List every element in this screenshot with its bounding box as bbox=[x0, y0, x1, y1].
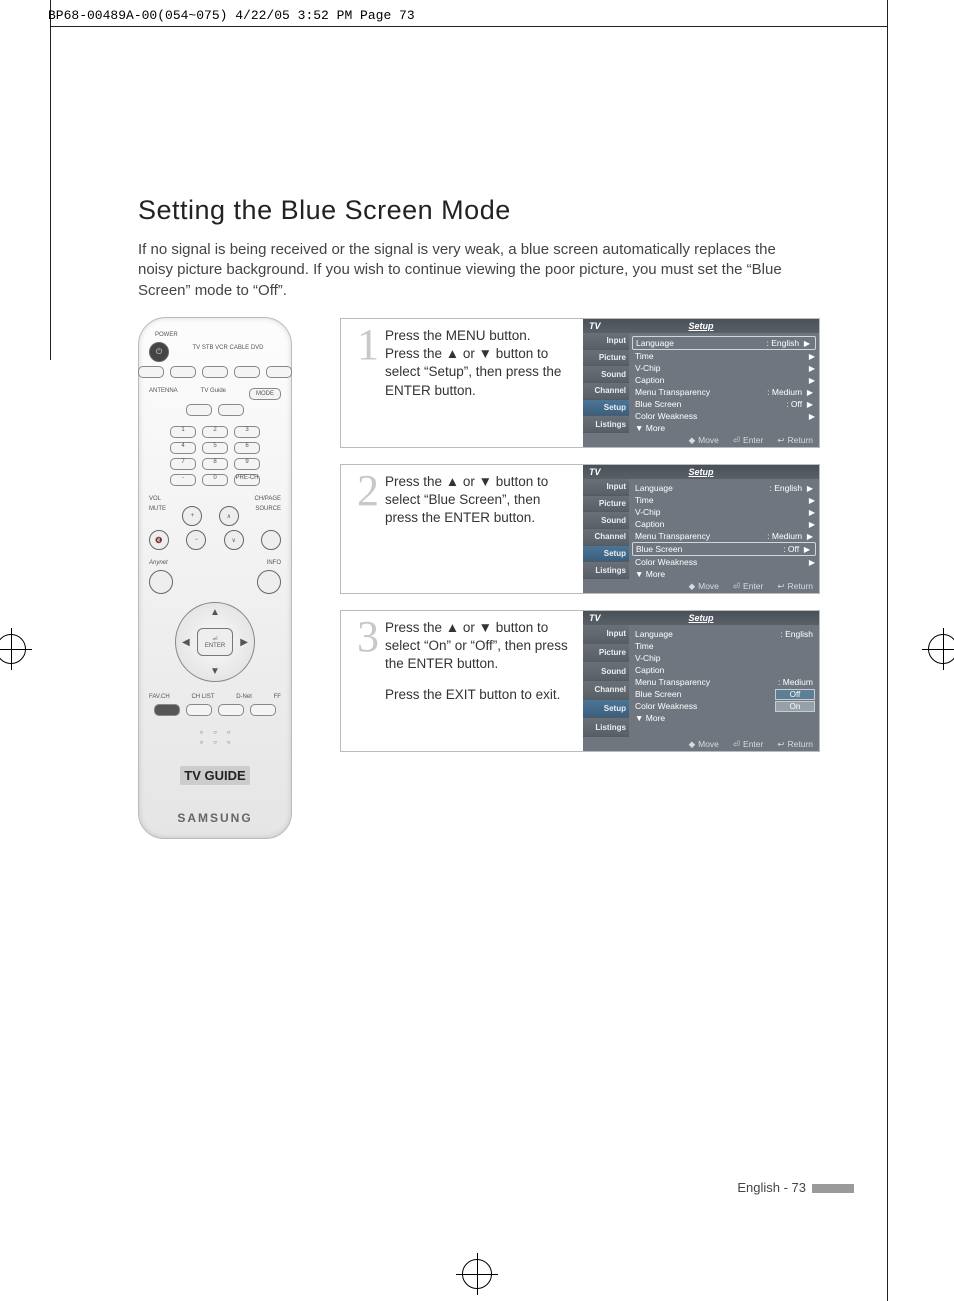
chlist-btn bbox=[186, 704, 212, 716]
dnet-label: D-Net bbox=[236, 694, 252, 700]
ch-down: ∨ bbox=[224, 530, 244, 550]
mode-button: MODE bbox=[249, 388, 281, 400]
step-3: 3 Press the ▲ or ▼ button to select “On”… bbox=[340, 610, 820, 752]
mode-stb bbox=[170, 366, 196, 378]
enter-button: ⏎ENTER bbox=[197, 628, 233, 656]
registration-mark-bottom bbox=[462, 1259, 492, 1289]
side-picture: Picture bbox=[583, 350, 629, 367]
up-arrow-icon: ▲ bbox=[210, 607, 220, 618]
step-2-text: Press the ▲ or ▼ button to select “Blue … bbox=[379, 465, 583, 593]
side-listings: Listings bbox=[583, 416, 629, 433]
step-3-text: Press the ▲ or ▼ button to select “On” o… bbox=[379, 611, 583, 751]
side-channel: Channel bbox=[583, 383, 629, 400]
mute-label: MUTE bbox=[149, 506, 166, 526]
key-1: 1 bbox=[170, 426, 196, 438]
side-sound: Sound bbox=[583, 366, 629, 383]
ff-btn bbox=[250, 704, 276, 716]
power-label: POWER bbox=[155, 332, 178, 338]
osd-step-1: TVSetup Input Picture Sound Channel Setu… bbox=[583, 319, 819, 447]
page-title: Setting the Blue Screen Mode bbox=[138, 195, 511, 226]
brand-logo: SAMSUNG bbox=[177, 811, 252, 825]
mode-dvd bbox=[266, 366, 292, 378]
key-3: 3 bbox=[234, 426, 260, 438]
step-1-text: Press the MENU button. Press the ▲ or ▼ … bbox=[379, 319, 583, 447]
mode-cable bbox=[234, 366, 260, 378]
chlist-label: CH LIST bbox=[191, 694, 214, 700]
footer-bar-icon bbox=[812, 1184, 854, 1193]
page-footer: English - 73 bbox=[737, 1180, 854, 1195]
print-header: BP68-00489A-00(054~075) 4/22/05 3:52 PM … bbox=[48, 8, 415, 23]
favch-btn bbox=[154, 704, 180, 716]
anynet-label: Anynet bbox=[149, 560, 168, 566]
power-button: ⏻ bbox=[149, 342, 169, 362]
vol-up: + bbox=[182, 506, 202, 526]
key-7: 7 bbox=[170, 458, 196, 470]
step-3-number: 3 bbox=[341, 611, 379, 751]
step-1: 1 Press the MENU button. Press the ▲ or … bbox=[340, 318, 820, 448]
option-on: On bbox=[775, 701, 815, 712]
exit-btn bbox=[257, 570, 281, 594]
key-2: 2 bbox=[202, 426, 228, 438]
down-arrow-icon: ▼ bbox=[210, 666, 220, 677]
ch-up: ∧ bbox=[219, 506, 239, 526]
key-6: 6 bbox=[234, 442, 260, 454]
option-off: Off bbox=[775, 689, 815, 700]
nav-move: ◆ Move bbox=[689, 435, 719, 446]
registration-mark-right bbox=[928, 634, 954, 664]
side-input: Input bbox=[583, 333, 629, 350]
key-5: 5 bbox=[202, 442, 228, 454]
key-0: 0 bbox=[202, 474, 228, 486]
osd-title: Setup bbox=[583, 321, 819, 331]
right-arrow-icon: ▶ bbox=[240, 637, 248, 648]
chpage-label: CH/PAGE bbox=[254, 496, 281, 502]
info-label: INFO bbox=[267, 560, 281, 566]
osd-step-3: TVSetup InputPictureSound ChannelSetupLi… bbox=[583, 611, 819, 751]
favch-label: FAV.CH bbox=[149, 694, 170, 700]
mode-tv bbox=[138, 366, 164, 378]
ff-label: FF bbox=[274, 694, 281, 700]
key-9: 9 bbox=[234, 458, 260, 470]
left-arrow-icon: ◀ bbox=[182, 637, 190, 648]
side-setup: Setup bbox=[583, 400, 629, 417]
osd-step-2: TVSetup InputPictureSound ChannelSetupLi… bbox=[583, 465, 819, 593]
antenna-btn bbox=[186, 404, 212, 416]
step-2: 2 Press the ▲ or ▼ button to select “Blu… bbox=[340, 464, 820, 594]
osd-menu: Language: English ▶ Time▶ V-Chip▶ Captio… bbox=[629, 333, 819, 433]
source-label: SOURCE bbox=[255, 506, 281, 526]
key-8: 8 bbox=[202, 458, 228, 470]
vol-label: VOL bbox=[149, 496, 161, 502]
tvguide-btn bbox=[218, 404, 244, 416]
mode-vcr bbox=[202, 366, 228, 378]
tvguide-label: TV Guide bbox=[201, 388, 226, 400]
registration-mark-left bbox=[0, 634, 26, 664]
key-prech: PRE-CH bbox=[234, 474, 260, 486]
mode-labels: TV STB VCR CABLE DVD bbox=[175, 342, 281, 362]
crop-top-line bbox=[50, 26, 888, 27]
menu-btn bbox=[149, 570, 173, 594]
d-pad: ▲ ▼ ◀ ▶ ⏎ENTER bbox=[175, 602, 255, 682]
vol-down: − bbox=[186, 530, 206, 550]
osd-sidebar: Input Picture Sound Channel Setup Listin… bbox=[583, 333, 629, 433]
nav-return: ↩ Return bbox=[777, 435, 813, 446]
key-dash: - bbox=[170, 474, 196, 486]
step-2-number: 2 bbox=[341, 465, 379, 593]
steps-column: 1 Press the MENU button. Press the ▲ or … bbox=[340, 318, 820, 768]
nav-enter: ⏎ Enter bbox=[733, 435, 763, 446]
source-btn bbox=[261, 530, 281, 550]
crop-left-line bbox=[50, 0, 51, 360]
tvguide-logo: TV GUIDE bbox=[180, 766, 249, 785]
dnet-btn bbox=[218, 704, 244, 716]
key-4: 4 bbox=[170, 442, 196, 454]
remote-illustration: POWER ⏻ TV STB VCR CABLE DVD ANTENNA TV … bbox=[138, 317, 292, 839]
mute-btn: 🔇 bbox=[149, 530, 169, 550]
antenna-label: ANTENNA bbox=[149, 388, 178, 400]
step-1-number: 1 bbox=[341, 319, 379, 447]
crop-right-line bbox=[887, 0, 888, 1301]
intro-paragraph: If no signal is being received or the si… bbox=[138, 240, 808, 301]
